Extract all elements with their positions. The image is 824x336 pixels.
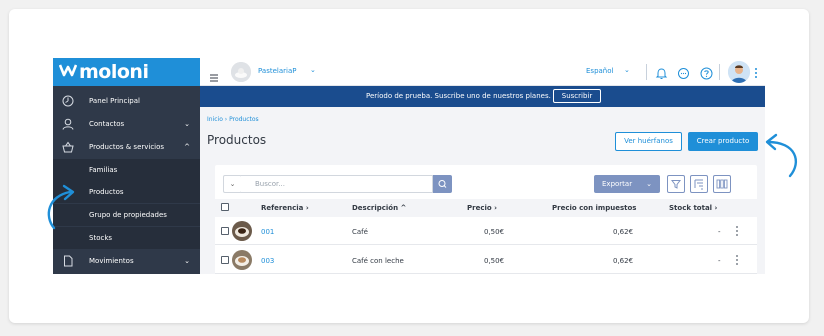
filter-button[interactable] bbox=[667, 175, 685, 193]
row-checkbox[interactable] bbox=[221, 227, 229, 235]
brand-name: moloni bbox=[79, 61, 149, 83]
sidebar-item-label: Stocks bbox=[89, 234, 113, 242]
column-header-reference[interactable]: Referencia › bbox=[261, 204, 309, 212]
company-avatar[interactable] bbox=[231, 62, 251, 82]
product-price: 0,50€ bbox=[484, 257, 505, 265]
chevron-up-icon: ^ bbox=[184, 143, 190, 151]
annotation-arrow-productos bbox=[47, 184, 75, 230]
column-header-stock[interactable]: Stock total › bbox=[669, 204, 717, 212]
product-price-tax: 0,62€ bbox=[613, 257, 634, 265]
product-description: Café con leche bbox=[352, 257, 404, 265]
annotation-arrow-create-product bbox=[765, 133, 798, 178]
table-row[interactable]: 003 Café con leche 0,50€ 0,62€ - bbox=[215, 246, 757, 274]
view-orphans-button[interactable]: Ver huérfanos bbox=[615, 132, 682, 151]
sidebar: moloni Panel Principal Contactos ⌄ Produ… bbox=[53, 58, 200, 274]
dashboard-icon bbox=[62, 95, 74, 107]
basket-icon bbox=[62, 141, 74, 153]
document-icon bbox=[62, 255, 74, 267]
table-row[interactable]: 001 Café 0,50€ 0,62€ - bbox=[215, 217, 757, 245]
divider bbox=[719, 64, 720, 80]
product-reference[interactable]: 003 bbox=[261, 257, 274, 265]
product-price: 0,50€ bbox=[484, 228, 505, 236]
collapse-toggle-button[interactable]: ⌄ bbox=[223, 175, 242, 193]
column-header-price-tax: Precio con impuestos bbox=[552, 204, 637, 212]
product-stock: - bbox=[718, 228, 721, 236]
sidebar-item-contactos[interactable]: Contactos ⌄ bbox=[53, 113, 200, 135]
chevron-down-icon[interactable]: ⌄ bbox=[310, 66, 316, 74]
search-input[interactable]: Buscor... bbox=[241, 175, 433, 193]
sidebar-item-movimientos[interactable]: Movimientos ⌄ bbox=[53, 250, 200, 272]
chevron-down-icon[interactable]: ⌄ bbox=[624, 66, 630, 74]
chevron-down-icon: ⌄ bbox=[646, 180, 652, 188]
sidebar-item-label: Panel Principal bbox=[89, 97, 140, 105]
chevron-down-icon: ⌄ bbox=[184, 257, 190, 265]
company-name[interactable]: PastelariaP bbox=[258, 67, 296, 75]
search-button[interactable] bbox=[433, 175, 452, 193]
products-panel: ⌄ Buscor... Exportar ⌄ Referencia › Desc… bbox=[215, 165, 757, 274]
sidebar-item-label: Familias bbox=[89, 166, 118, 174]
sidebar-item-label: Grupo de propiedades bbox=[89, 211, 167, 219]
trial-banner-text: Período de prueba. Suscribe uno de nuest… bbox=[366, 92, 551, 100]
export-button[interactable]: Exportar ⌄ bbox=[594, 175, 660, 193]
chat-icon[interactable] bbox=[677, 65, 690, 79]
product-thumbnail bbox=[232, 250, 252, 270]
divider bbox=[646, 64, 647, 80]
user-icon bbox=[62, 118, 74, 130]
row-more-icon[interactable] bbox=[735, 225, 739, 237]
sidebar-subitem-familias[interactable]: Familias bbox=[53, 159, 200, 181]
topbar: PastelariaP ⌄ Español ⌄ bbox=[200, 58, 765, 86]
logo-mark-icon bbox=[58, 63, 78, 81]
export-label: Exportar bbox=[602, 180, 633, 188]
product-reference[interactable]: 001 bbox=[261, 228, 274, 236]
page-title: Productos bbox=[207, 133, 267, 147]
more-options-icon[interactable] bbox=[754, 65, 758, 79]
sort-filter-button[interactable] bbox=[690, 175, 708, 193]
sidebar-item-label: Productos & servicios bbox=[89, 143, 165, 151]
sidebar-item-label: Contactos bbox=[89, 120, 125, 128]
columns-button[interactable] bbox=[713, 175, 731, 193]
product-thumbnail bbox=[232, 221, 252, 241]
column-header-price[interactable]: Precio › bbox=[467, 204, 497, 212]
product-price-tax: 0,62€ bbox=[613, 228, 634, 236]
row-checkbox[interactable] bbox=[221, 256, 229, 264]
user-avatar[interactable] bbox=[728, 61, 750, 83]
language-selector[interactable]: Español bbox=[586, 67, 613, 75]
column-header-description[interactable]: Descripción ^ bbox=[352, 204, 406, 212]
product-description: Café bbox=[352, 228, 368, 236]
app-window: moloni Panel Principal Contactos ⌄ Produ… bbox=[53, 58, 765, 274]
product-stock: - bbox=[718, 257, 721, 265]
trial-banner: Período de prueba. Suscribe uno de nuest… bbox=[200, 86, 765, 107]
help-icon[interactable] bbox=[700, 65, 713, 80]
sidebar-item-productos-servicios[interactable]: Productos & servicios ^ bbox=[53, 136, 200, 158]
table-header: Referencia › Descripción ^ Precio › Prec… bbox=[215, 199, 757, 217]
row-more-icon[interactable] bbox=[735, 254, 739, 266]
menu-icon[interactable] bbox=[210, 67, 218, 82]
subscribe-button[interactable]: Suscribir bbox=[553, 89, 601, 103]
sidebar-item-label: Movimientos bbox=[89, 257, 134, 265]
breadcrumb[interactable]: Inicio › Productos bbox=[207, 116, 259, 123]
bell-icon[interactable] bbox=[655, 65, 668, 79]
select-all-checkbox[interactable] bbox=[221, 203, 229, 211]
logo[interactable]: moloni bbox=[53, 58, 200, 86]
sidebar-item-panel-principal[interactable]: Panel Principal bbox=[53, 90, 200, 112]
chevron-down-icon: ⌄ bbox=[184, 120, 190, 128]
create-product-button[interactable]: Crear producto bbox=[688, 132, 758, 151]
